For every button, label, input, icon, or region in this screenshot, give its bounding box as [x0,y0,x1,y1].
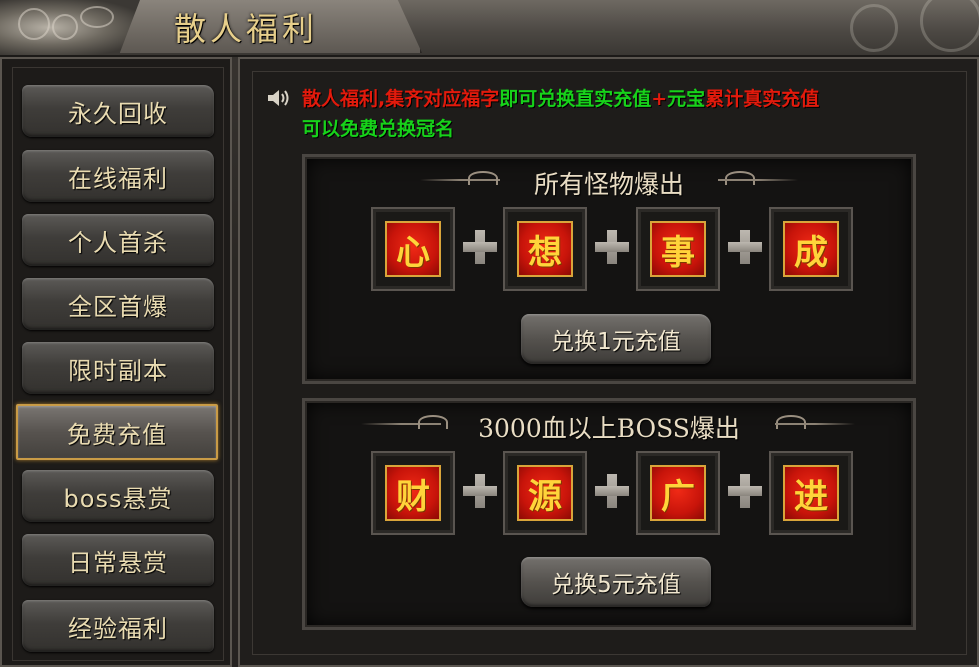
page-title: 散人福利 [174,10,319,48]
notice-text: 散人福利,集齐对应福字即可兑换直实充值+元宝累计真实充值可以免费兑换冠名 [302,84,962,144]
dragon-scale-icon [52,14,78,40]
notice-segment: 直实充值 [575,88,652,110]
sidebar-item-online-benefits[interactable]: 在线福利 [22,150,214,202]
dragon-ornament-icon [0,0,140,55]
exchange-section: 3000血以上BOSS爆出 财 源 广 进 兑换5元充值 [302,398,916,630]
fu-character-tile: 事 [650,221,706,277]
swirl-ornament-icon [920,0,979,52]
item-slot[interactable]: 事 [636,207,720,291]
sidebar-item-exp-benefits[interactable]: 经验福利 [22,600,214,652]
sidebar-item-permanent-recycle[interactable]: 永久回收 [22,85,214,137]
redeem-5-yuan-button[interactable]: 兑换5元充值 [521,557,711,607]
fu-character-tile: 财 [385,465,441,521]
fu-character-tile: 心 [385,221,441,277]
sidebar-item-server-first-drop[interactable]: 全区首爆 [22,278,214,330]
exchange-section: 所有怪物爆出 心 想 事 成 兑换1元充值 [302,154,916,384]
fu-character-tile: 进 [783,465,839,521]
plus-icon [463,230,497,264]
section-title: 3000血以上BOSS爆出 [478,414,740,443]
item-slot[interactable]: 广 [636,451,720,535]
sidebar-item-free-recharge[interactable]: 免费充值 [16,404,218,460]
fu-character-tile: 源 [517,465,573,521]
section-title: 所有怪物爆出 [533,170,684,199]
notice-segment: 即可兑换 [499,88,576,110]
item-slot[interactable]: 财 [371,451,455,535]
item-slot[interactable]: 成 [769,207,853,291]
notice-segment: 可以免费兑换冠名 [302,118,455,140]
plus-icon [595,230,629,264]
sidebar-item-limited-dungeon[interactable]: 限时副本 [22,342,214,394]
notice-segment: + [651,88,668,110]
plus-icon [728,230,762,264]
fu-character-tile: 成 [783,221,839,277]
notice-segment: 散人福利,集齐对应福字 [302,88,500,110]
title-ornament-right-icon [718,179,798,181]
dragon-scale-icon [80,6,114,28]
speaker-icon [268,90,289,106]
fu-character-tile: 广 [650,465,706,521]
dragon-scale-icon [18,8,50,40]
notice-segment: 累计真实充值 [705,88,820,110]
title-bar: 散人福利 [0,0,979,57]
swirl-ornament-icon [850,4,898,52]
title-ornament-right-icon [775,423,855,425]
plus-icon [728,474,762,508]
item-slot[interactable]: 想 [503,207,587,291]
sidebar-item-boss-bounty[interactable]: boss悬赏 [22,470,214,522]
notice-segment: 元宝 [667,88,706,110]
item-slot[interactable]: 进 [769,451,853,535]
item-slot[interactable]: 源 [503,451,587,535]
item-slot[interactable]: 心 [371,207,455,291]
sidebar-item-daily-bounty[interactable]: 日常悬赏 [22,534,214,586]
plus-icon [463,474,497,508]
plus-icon [595,474,629,508]
window-frame: 散人福利 永久回收 在线福利 个人首杀 全区首爆 限时副本 免费充值 boss悬… [0,0,979,667]
redeem-1-yuan-button[interactable]: 兑换1元充值 [521,314,711,364]
sidebar-item-personal-first-kill[interactable]: 个人首杀 [22,214,214,266]
fu-character-tile: 想 [517,221,573,277]
title-ornament-curl-icon [725,171,755,185]
title-ornament-curl-icon [776,415,806,429]
